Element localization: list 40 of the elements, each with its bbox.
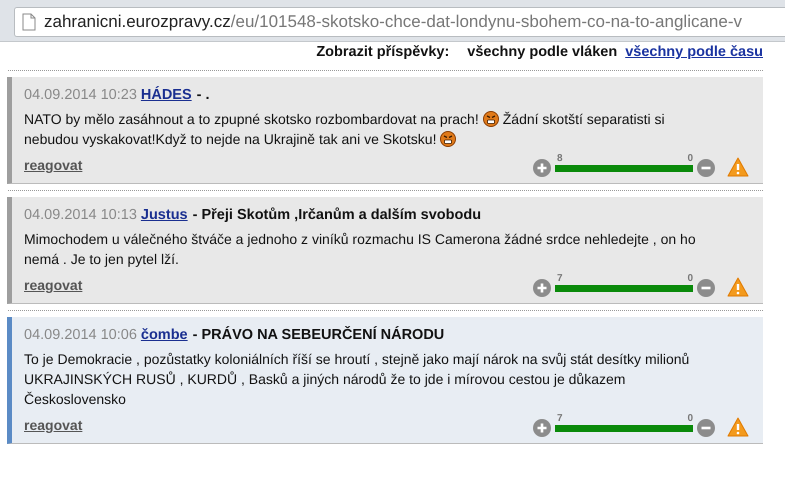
warning-icon[interactable] bbox=[727, 277, 749, 297]
author-link[interactable]: čombe bbox=[140, 327, 188, 343]
author-link[interactable]: Justus bbox=[140, 207, 188, 223]
angry-face-icon bbox=[440, 131, 456, 147]
plus-icon[interactable] bbox=[533, 419, 551, 437]
plus-icon[interactable] bbox=[533, 279, 551, 297]
comment-text: nebudou vyskakovat!Když to nejde na Ukrajině tak ani ve Skotsku! bbox=[24, 130, 436, 149]
sort-link[interactable]: všechny podle vláken bbox=[467, 44, 618, 64]
warning-icon[interactable] bbox=[727, 157, 749, 177]
minus-count: 0 bbox=[687, 153, 693, 164]
sort-label: Zobrazit příspěvky: bbox=[316, 44, 450, 62]
minus-count: 0 bbox=[687, 273, 693, 284]
minus-icon[interactable] bbox=[697, 159, 715, 177]
warning-icon[interactable] bbox=[727, 417, 749, 437]
comment-title: - Přeji Skotům ,Irčanům a dalším svobodu bbox=[192, 207, 482, 223]
plus-count: 7 bbox=[557, 413, 563, 424]
comment-date: 04.09.2014 10:13 bbox=[24, 207, 137, 223]
author-link[interactable]: HÁDES bbox=[140, 87, 192, 103]
comment-title: - . bbox=[196, 87, 210, 103]
angry-face-icon bbox=[482, 111, 499, 127]
reply-link[interactable]: reagovat bbox=[24, 157, 82, 173]
comment-text: To je Demokracie , pozůstatky koloniálních říší se hroutí , stejně jako mají nárok na svůj stát desítky milionů UKRAJINSKÝCH RUSŮ , KURDŮ , Basků a jiných národů že to jde i mírovou cestou je důkazem Československo bbox=[24, 351, 690, 407]
sort-link[interactable]: všechny podle času bbox=[625, 44, 763, 64]
comment-text: Žádní skotští separatisti si bbox=[502, 110, 665, 129]
comment-text: Mimochodem u válečného štváče a jednoho z viníků rozmachu IS Camerona žádné srdce nehledejte , on ho nemá . Je to jen pytel lží. bbox=[24, 231, 696, 267]
plus-count: 7 bbox=[557, 273, 563, 284]
page-icon bbox=[22, 13, 36, 31]
reply-link[interactable]: reagovat bbox=[24, 277, 82, 293]
comment-text: NATO by mělo zasáhnout a to zpupné skotsko rozbombardovat na prach! bbox=[24, 110, 479, 129]
minus-icon[interactable] bbox=[697, 419, 715, 437]
comment-date: 04.09.2014 10:06 bbox=[24, 327, 137, 343]
plus-count: 8 bbox=[557, 153, 563, 164]
minus-count: 0 bbox=[687, 413, 693, 424]
plus-icon[interactable] bbox=[533, 159, 551, 177]
reply-link[interactable]: reagovat bbox=[24, 417, 82, 433]
url-text: zahranicni.eurozpravy.cz/eu/101548-skotsko-chce-dat-londynu-sbohem-co-na-to-anglicane-v bbox=[44, 12, 742, 32]
comment-title: - PRÁVO NA SEBEURČENÍ NÁRODU bbox=[192, 327, 444, 343]
minus-icon[interactable] bbox=[697, 279, 715, 297]
comment-date: 04.09.2014 10:23 bbox=[24, 87, 137, 103]
address-bar[interactable]: zahranicni.eurozpravy.cz/eu/101548-skotsko-chce-dat-londynu-sbohem-co-na-to-anglicane-v bbox=[14, 7, 785, 37]
